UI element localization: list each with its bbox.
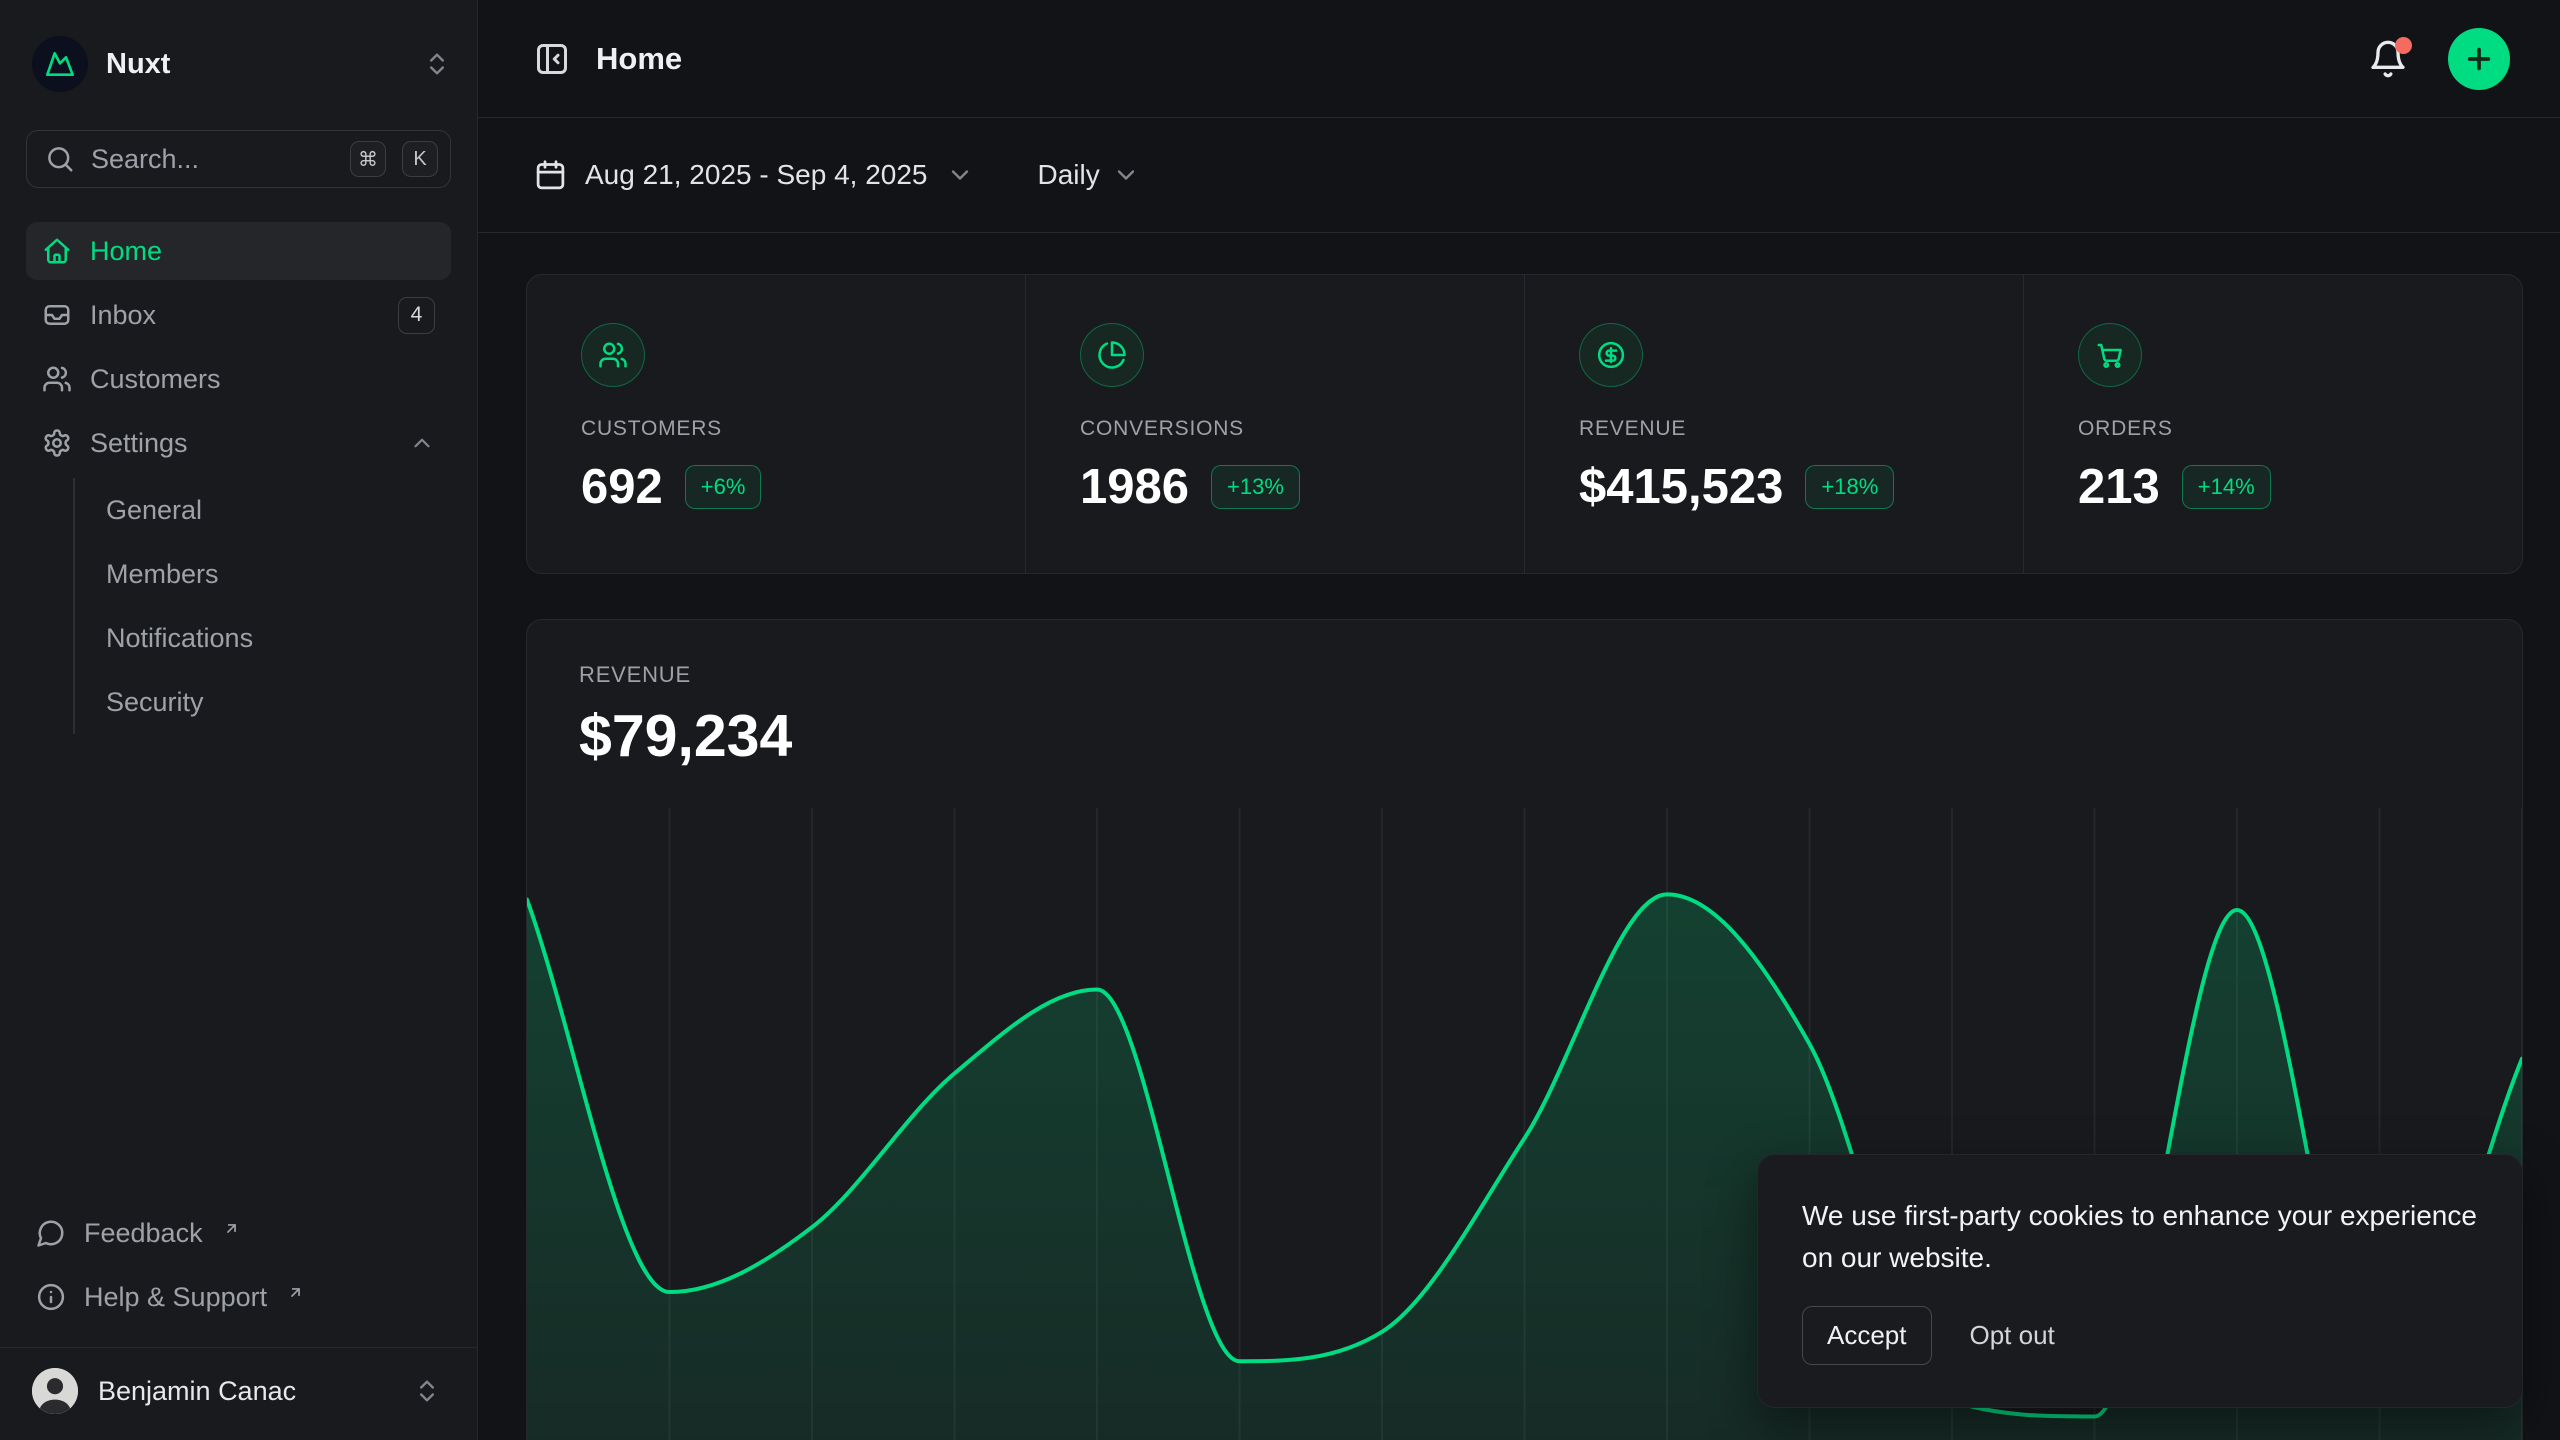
stat-delta-badge: +18%	[1805, 465, 1894, 509]
granularity-select[interactable]: Daily	[1038, 159, 1140, 191]
info-icon	[36, 1282, 66, 1312]
feedback-link[interactable]: Feedback	[26, 1203, 451, 1263]
app-root: Nuxt Search... ⌘ K Home	[0, 0, 2560, 1440]
stat-label: CONVERSIONS	[1080, 417, 1524, 441]
add-button[interactable]	[2448, 28, 2510, 90]
users-icon	[581, 323, 645, 387]
sidebar-item-general[interactable]: General	[75, 478, 451, 542]
stat-delta-badge: +13%	[1211, 465, 1300, 509]
plus-icon	[2463, 43, 2495, 75]
settings-subnav: General Members Notifications Security	[73, 478, 451, 734]
sidebar-footer-links: Feedback Help & Support	[0, 1203, 477, 1337]
sidebar-item-label: Settings	[90, 428, 391, 459]
cookie-opt-out-button[interactable]: Opt out	[1970, 1320, 2055, 1351]
user-name: Benjamin Canac	[98, 1376, 393, 1407]
stat-conversions[interactable]: CONVERSIONS 1986 +13%	[1025, 275, 1524, 573]
sidebar-item-settings[interactable]: Settings	[26, 414, 451, 472]
search-placeholder: Search...	[91, 144, 334, 175]
stat-label: ORDERS	[2078, 417, 2522, 441]
cookie-banner: We use first-party cookies to enhance yo…	[1757, 1154, 2523, 1408]
home-icon	[42, 236, 72, 266]
inbox-icon	[42, 300, 72, 330]
nuxt-logo-icon	[32, 36, 88, 92]
sidebar-item-label: Inbox	[90, 300, 380, 331]
sidebar-item-customers[interactable]: Customers	[26, 350, 451, 408]
stat-customers[interactable]: CUSTOMERS 692 +6%	[527, 275, 1025, 573]
main-area: Home Aug 21, 2025 - Sep 4, 2025 Daily	[478, 0, 2560, 1440]
notifications-button[interactable]	[2368, 39, 2408, 79]
chevrons-up-down-icon	[423, 50, 451, 78]
chevron-up-icon	[409, 430, 435, 456]
sidebar-item-label: Customers	[90, 364, 435, 395]
stat-revenue[interactable]: REVENUE $415,523 +18%	[1524, 275, 2023, 573]
kbd-k: K	[402, 141, 438, 177]
message-circle-icon	[36, 1218, 66, 1248]
sidebar-item-label: Home	[90, 236, 435, 267]
revenue-chart-value: $79,234	[579, 702, 2522, 770]
users-icon	[42, 364, 72, 394]
stat-delta-badge: +14%	[2182, 465, 2271, 509]
search-input[interactable]: Search... ⌘ K	[26, 130, 451, 188]
gear-icon	[42, 428, 72, 458]
stat-value: 1986	[1080, 459, 1189, 515]
calendar-icon	[534, 159, 567, 192]
cookie-message: We use first-party cookies to enhance yo…	[1802, 1195, 2478, 1278]
granularity-value: Daily	[1038, 159, 1100, 191]
search-icon	[45, 144, 75, 174]
sidebar-item-notifications[interactable]: Notifications	[75, 606, 451, 670]
feedback-label: Feedback	[84, 1218, 203, 1249]
stat-label: CUSTOMERS	[581, 417, 1025, 441]
sidebar: Nuxt Search... ⌘ K Home	[0, 0, 478, 1440]
stat-orders[interactable]: ORDERS 213 +14%	[2023, 275, 2522, 573]
sidebar-collapse-icon[interactable]	[534, 41, 570, 77]
chevron-down-icon	[946, 161, 974, 189]
inbox-count-badge: 4	[398, 297, 435, 334]
chevron-down-icon	[1112, 161, 1140, 189]
stat-value: $415,523	[1579, 459, 1783, 515]
revenue-chart-label: REVENUE	[579, 662, 2522, 688]
pie-chart-icon	[1080, 323, 1144, 387]
sidebar-spacer	[0, 734, 477, 1203]
help-support-link[interactable]: Help & Support	[26, 1267, 451, 1327]
help-support-label: Help & Support	[84, 1282, 267, 1313]
cookie-accept-button[interactable]: Accept	[1802, 1306, 1932, 1365]
stats-card: CUSTOMERS 692 +6% CONVERSIONS 1986 +13%	[526, 274, 2523, 574]
avatar	[32, 1368, 78, 1414]
sidebar-nav: Home Inbox 4 Customers Settings	[0, 222, 477, 734]
notification-dot	[2395, 37, 2412, 54]
sidebar-item-security[interactable]: Security	[75, 670, 451, 734]
stat-delta-badge: +6%	[685, 465, 762, 509]
date-range-picker[interactable]: Aug 21, 2025 - Sep 4, 2025	[534, 159, 974, 192]
sidebar-item-inbox[interactable]: Inbox 4	[26, 286, 451, 344]
external-link-icon	[287, 1277, 304, 1308]
stat-value: 692	[581, 459, 663, 515]
workspace-name: Nuxt	[106, 48, 405, 81]
workspace-selector[interactable]: Nuxt	[0, 0, 477, 120]
shopping-cart-icon	[2078, 323, 2142, 387]
sidebar-item-members[interactable]: Members	[75, 542, 451, 606]
date-range-value: Aug 21, 2025 - Sep 4, 2025	[585, 159, 928, 191]
user-menu[interactable]: Benjamin Canac	[0, 1347, 477, 1440]
chevrons-up-down-icon	[413, 1377, 441, 1405]
stat-value: 213	[2078, 459, 2160, 515]
dollar-circle-icon	[1579, 323, 1643, 387]
sidebar-item-home[interactable]: Home	[26, 222, 451, 280]
external-link-icon	[223, 1213, 240, 1244]
kbd-cmd: ⌘	[350, 141, 386, 177]
page-title: Home	[596, 41, 2342, 77]
stat-label: REVENUE	[1579, 417, 2023, 441]
top-bar: Home	[478, 0, 2560, 118]
filter-bar: Aug 21, 2025 - Sep 4, 2025 Daily	[478, 118, 2560, 233]
